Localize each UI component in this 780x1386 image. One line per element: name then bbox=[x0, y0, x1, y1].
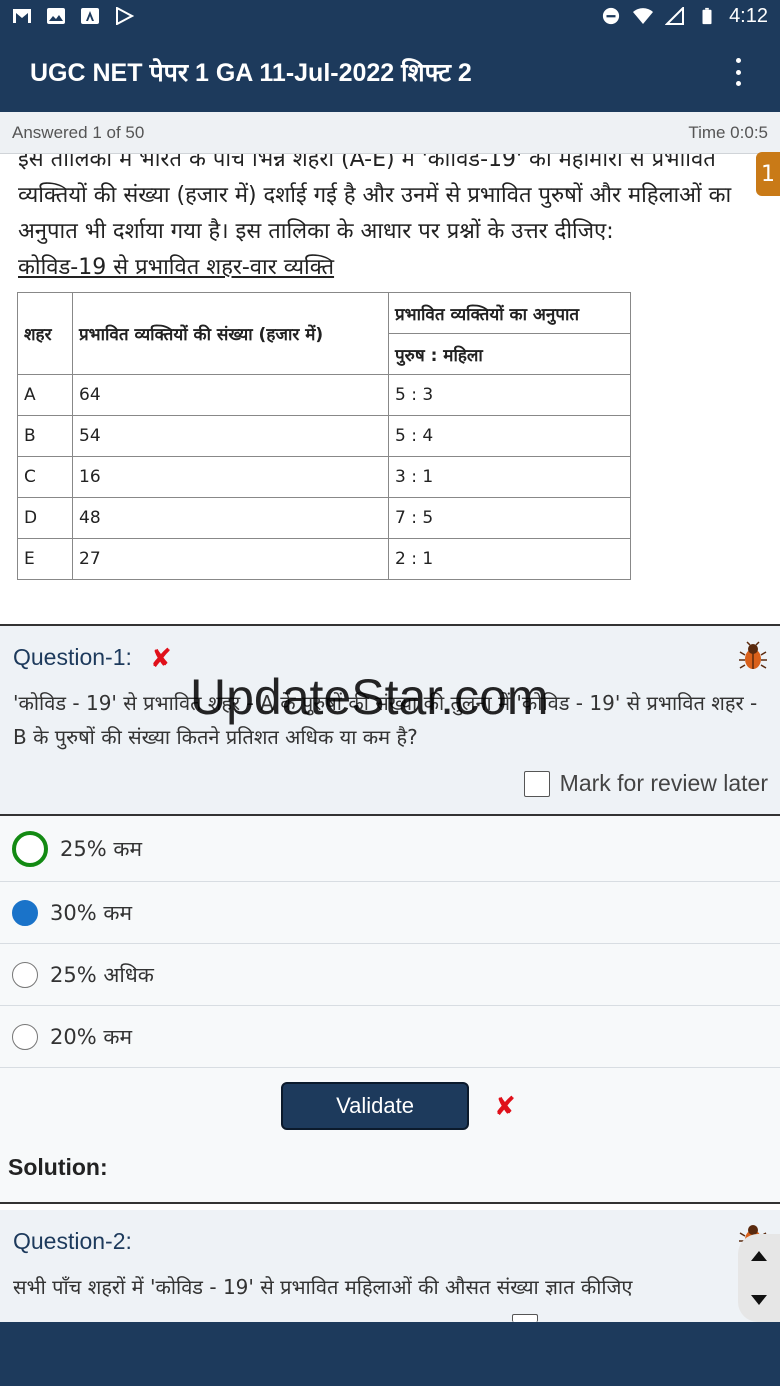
play-icon bbox=[116, 7, 134, 25]
quiz-progress-bar: Answered 1 of 50 Time 0:0:5 bbox=[0, 112, 780, 154]
battery-icon bbox=[702, 7, 712, 25]
table-row: E 27 2 : 1 bbox=[17, 538, 631, 580]
table-row: B 54 5 : 4 bbox=[17, 415, 631, 457]
validate-button[interactable]: Validate bbox=[281, 1082, 469, 1130]
wifi-icon bbox=[633, 8, 654, 24]
table-header-ratio: प्रभावित व्यक्तियों का अनुपात bbox=[388, 292, 631, 334]
table-cell: 16 bbox=[72, 456, 389, 498]
table-cell: 5 : 4 bbox=[388, 415, 631, 457]
table-header-city: शहर bbox=[17, 292, 73, 375]
gmail-icon bbox=[13, 9, 31, 23]
option-label: 25% कम bbox=[60, 836, 143, 861]
mark-for-review[interactable]: Mark for review later bbox=[523, 770, 768, 797]
review-checkbox[interactable] bbox=[512, 1314, 538, 1322]
passage-text: इस तालिका में भारत के पाँच भिन्न शहरों (… bbox=[18, 154, 732, 244]
solution-label: Solution: bbox=[8, 1154, 108, 1180]
answered-count: Answered 1 of 50 bbox=[12, 122, 145, 142]
option-radio[interactable] bbox=[12, 1023, 38, 1050]
status-bar: 4:12 bbox=[0, 0, 780, 32]
table-cell: A bbox=[17, 374, 73, 416]
table-row: D 48 7 : 5 bbox=[17, 497, 631, 539]
divider bbox=[0, 1202, 780, 1204]
option-label: 25% अधिक bbox=[50, 962, 154, 987]
table-cell: D bbox=[17, 497, 73, 539]
question-2-text: सभी पाँच शहरों में 'कोविड - 19' से प्रभा… bbox=[13, 1275, 633, 1299]
selected-radio[interactable] bbox=[12, 899, 38, 926]
option-1[interactable]: 25% कम bbox=[0, 816, 780, 882]
option-label: 30% कम bbox=[50, 900, 133, 925]
wrong-mark-icon: ✘ bbox=[150, 644, 172, 674]
signal-icon bbox=[665, 7, 685, 25]
table-row: C 16 3 : 1 bbox=[17, 456, 631, 498]
table-header-ratio-sub: पुरुष : महिला bbox=[388, 333, 631, 375]
scroll-down-icon[interactable] bbox=[751, 1295, 767, 1305]
passage-number-badge: 1 bbox=[756, 152, 780, 196]
table-header-count: प्रभावित व्यक्तियों की संख्या (हजार में) bbox=[72, 292, 389, 375]
scroll-up-icon[interactable] bbox=[751, 1251, 767, 1261]
more-vert-icon[interactable] bbox=[726, 58, 750, 86]
question-1-text: 'कोविड - 19' से प्रभावित शहर - A के पुरु… bbox=[13, 691, 758, 749]
table-cell: 2 : 1 bbox=[388, 538, 631, 580]
table-cell: 3 : 1 bbox=[388, 456, 631, 498]
table-cell: 5 : 3 bbox=[388, 374, 631, 416]
scroll-control[interactable] bbox=[738, 1234, 780, 1322]
system-nav-bar bbox=[0, 1322, 780, 1386]
option-radio[interactable] bbox=[12, 961, 38, 988]
option-label: 20% कम bbox=[50, 1024, 133, 1049]
app-bar: UGC NET पेपर 1 GA 11-Jul-2022 शिफ्ट 2 bbox=[0, 32, 780, 112]
review-label: Mark for review later bbox=[559, 770, 768, 796]
table-cell: 48 bbox=[72, 497, 389, 539]
table-row: A 64 5 : 3 bbox=[17, 374, 631, 416]
app-icon bbox=[81, 8, 99, 24]
correct-answer-radio[interactable] bbox=[12, 830, 48, 867]
wrong-mark-icon: ✘ bbox=[494, 1092, 516, 1122]
option-2[interactable]: 30% कम bbox=[0, 882, 780, 944]
table-cell: 54 bbox=[72, 415, 389, 457]
table-cell: C bbox=[17, 456, 73, 498]
elapsed-time: Time 0:0:5 bbox=[688, 122, 768, 142]
question-1-title: Question-1: bbox=[13, 644, 132, 670]
question-2-title: Question-2: bbox=[13, 1228, 132, 1254]
table-cell: E bbox=[17, 538, 73, 580]
table-cell: 64 bbox=[72, 374, 389, 416]
page-title: UGC NET पेपर 1 GA 11-Jul-2022 शिफ्ट 2 bbox=[30, 59, 472, 87]
table-cell: 27 bbox=[72, 538, 389, 580]
report-bug-icon[interactable] bbox=[738, 641, 768, 671]
question-2-panel bbox=[0, 1210, 780, 1322]
table-cell: B bbox=[17, 415, 73, 457]
status-time: 4:12 bbox=[729, 4, 768, 27]
option-3[interactable]: 25% अधिक bbox=[0, 944, 780, 1006]
passage-subtitle: कोविड-19 से प्रभावित शहर-वार व्यक्ति bbox=[18, 255, 335, 280]
dnd-icon bbox=[602, 7, 620, 25]
table-cell: 7 : 5 bbox=[388, 497, 631, 539]
review-checkbox[interactable] bbox=[523, 770, 550, 797]
option-4[interactable]: 20% कम bbox=[0, 1006, 780, 1068]
data-table: शहर प्रभावित व्यक्तियों की संख्या (हजार … bbox=[17, 292, 631, 580]
image-icon bbox=[47, 8, 65, 24]
